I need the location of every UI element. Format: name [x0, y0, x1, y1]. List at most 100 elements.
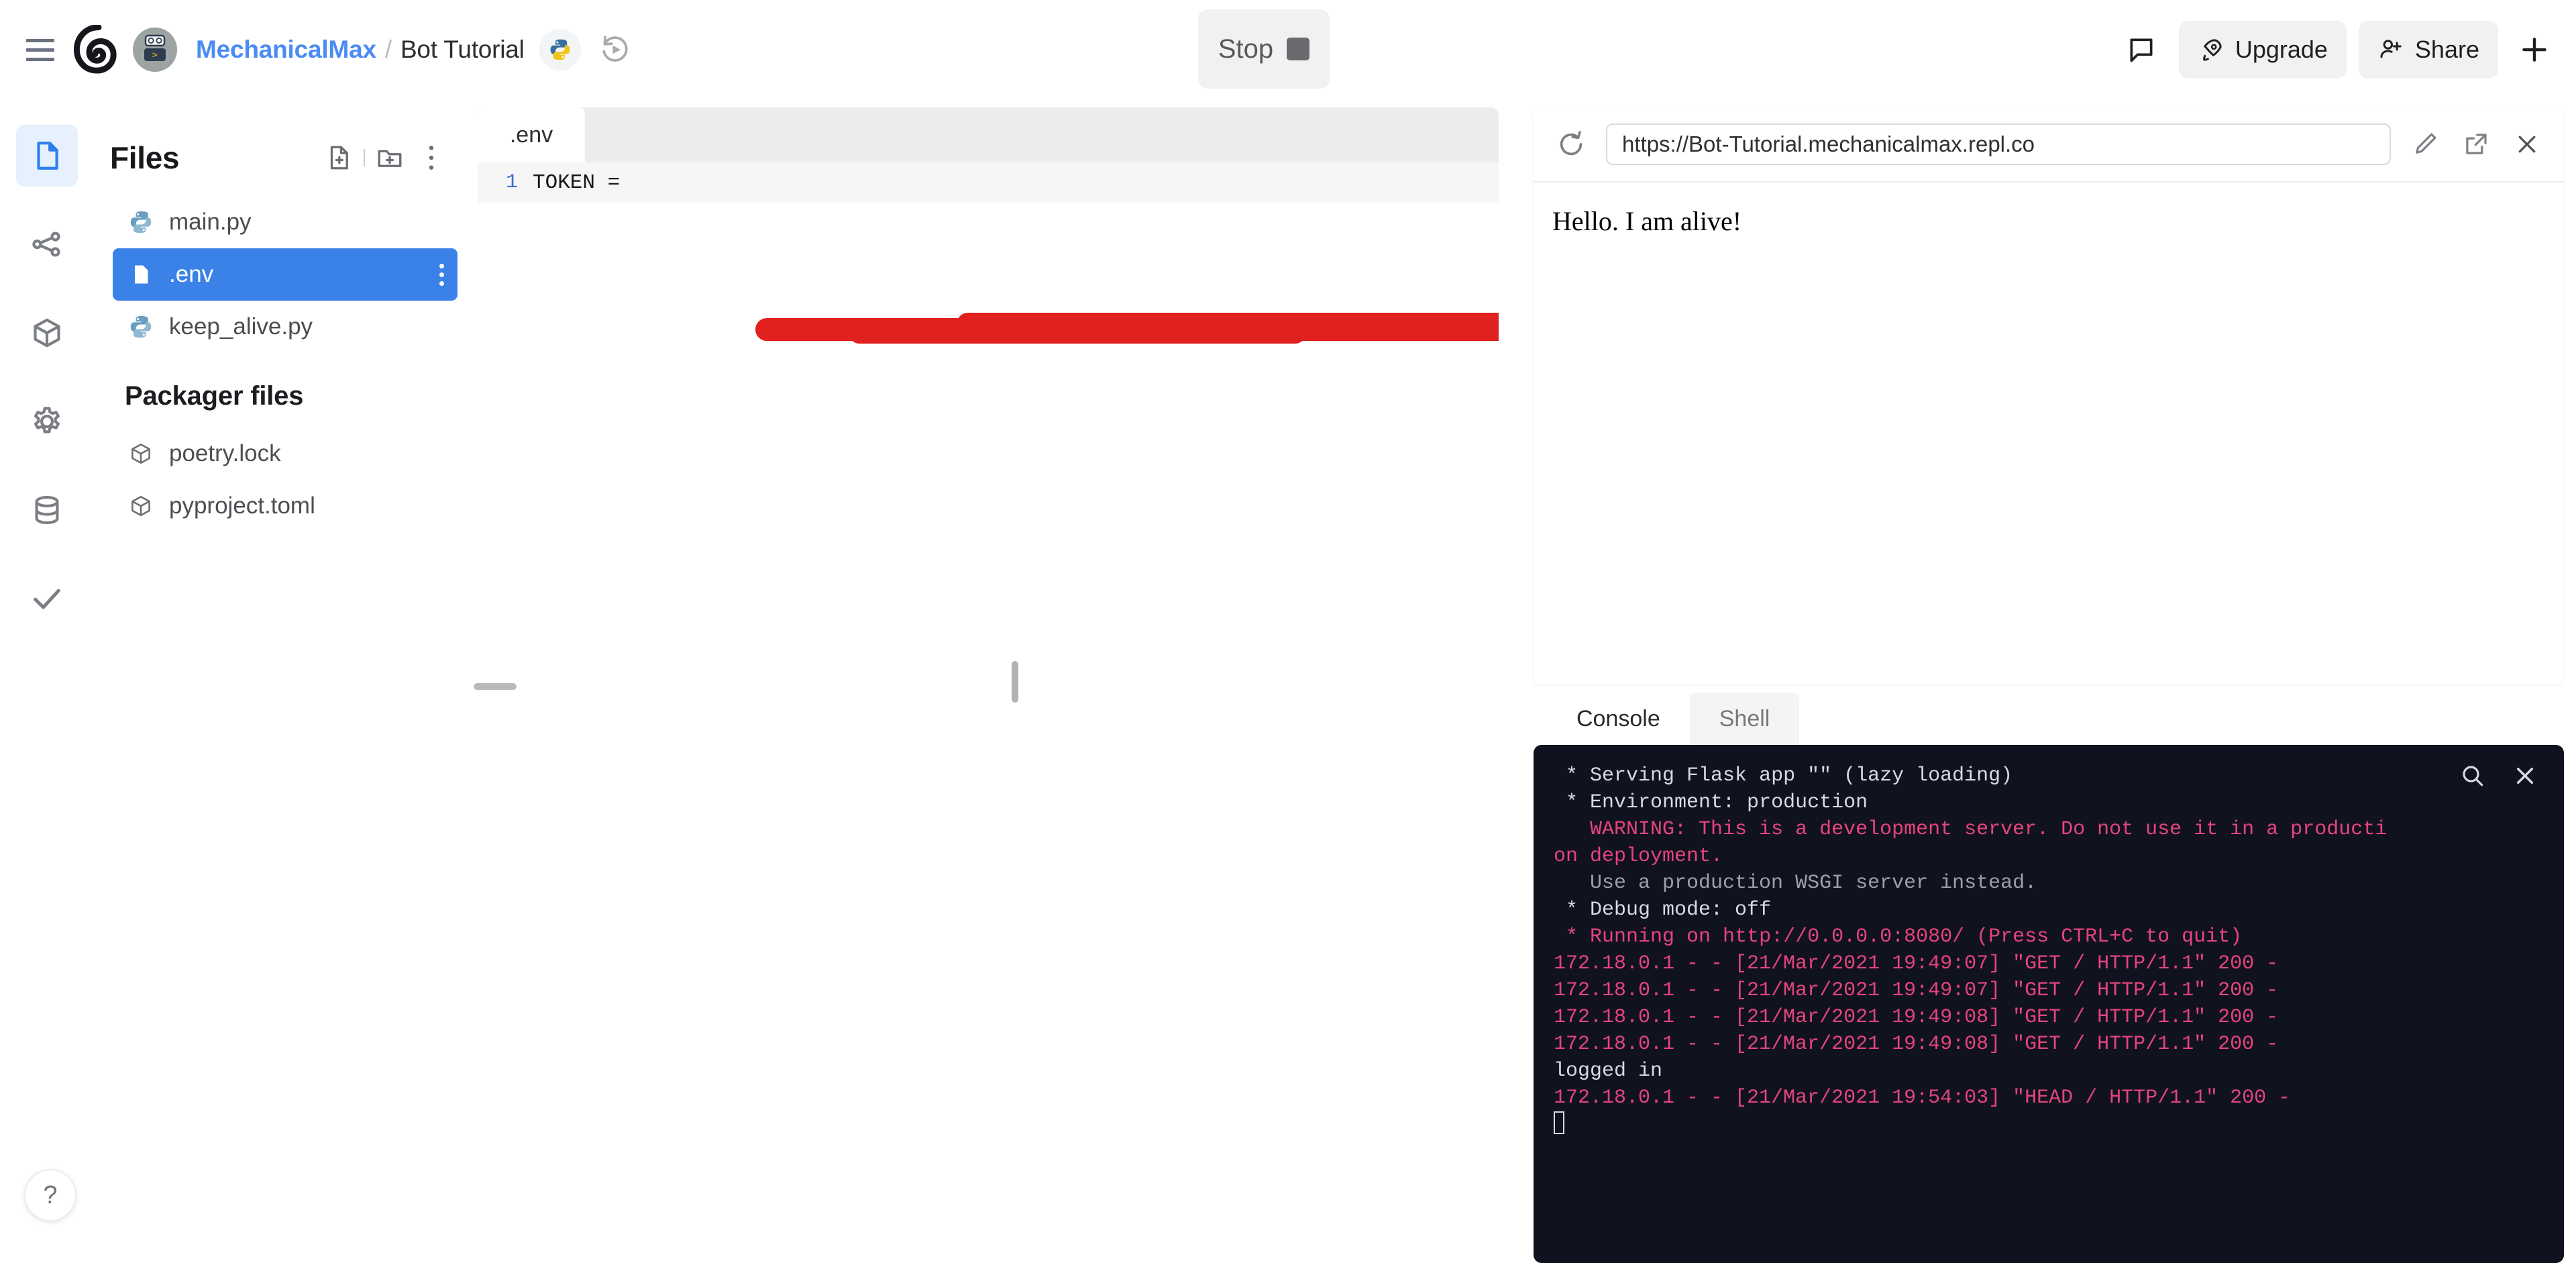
- code-editor[interactable]: 1 TOKEN =: [478, 162, 1499, 1248]
- console-output[interactable]: * Serving Flask app "" (lazy loading) * …: [1534, 745, 2564, 1263]
- preview-url-bar: [1534, 107, 2564, 183]
- package-box-icon: [127, 440, 154, 467]
- reload-icon[interactable]: [1554, 127, 1589, 162]
- stop-square-icon: [1287, 38, 1310, 60]
- close-x-icon[interactable]: [2510, 761, 2540, 791]
- help-button[interactable]: ?: [24, 1169, 76, 1221]
- console-line: * Serving Flask app "" (lazy loading): [1554, 764, 2013, 787]
- console-tab-bar: Console Shell: [1534, 693, 2564, 745]
- console-line: 172.18.0.1 - - [21/Mar/2021 19:49:07] "G…: [1554, 979, 2279, 1002]
- files-panel: Files main.py .env keep_alive.py Package…: [94, 107, 470, 1248]
- console-line: 172.18.0.1 - - [21/Mar/2021 19:49:08] "G…: [1554, 1033, 2279, 1056]
- console-line: * Debug mode: off: [1554, 899, 1772, 921]
- console-line: * Environment: production: [1554, 791, 1868, 814]
- sidebar-item-version-control[interactable]: [16, 213, 78, 275]
- file-name: poetry.lock: [169, 440, 281, 466]
- line-number: 1: [505, 171, 518, 194]
- console-line: 172.18.0.1 - - [21/Mar/2021 19:49:08] "G…: [1554, 1006, 2279, 1029]
- upgrade-button[interactable]: Upgrade: [2178, 21, 2347, 79]
- file-name: pyproject.toml: [169, 493, 315, 519]
- preview-horizontal-resize-handle[interactable]: [474, 683, 517, 690]
- file-row-pyproject-toml[interactable]: pyproject.toml: [113, 480, 458, 532]
- file-row-main-py[interactable]: main.py: [113, 196, 458, 248]
- share-button-label: Share: [2414, 36, 2479, 63]
- preview-body: Hello. I am alive!: [1534, 183, 2564, 683]
- breadcrumb-separator: /: [384, 36, 392, 63]
- files-panel-title: Files: [110, 140, 180, 175]
- kebab-menu-icon[interactable]: [411, 137, 452, 179]
- sidebar-item-packages[interactable]: [16, 302, 78, 364]
- search-icon[interactable]: [2458, 761, 2487, 791]
- tab-shell[interactable]: Shell: [1689, 693, 1800, 745]
- git-branch-icon: [32, 232, 60, 257]
- editor-tab-bar: .env: [478, 107, 1499, 162]
- redaction-mark: [755, 313, 1499, 344]
- plus-icon[interactable]: [2509, 24, 2560, 75]
- file-row-env[interactable]: .env: [113, 248, 458, 301]
- pencil-icon[interactable]: [2408, 128, 2442, 161]
- editor-panel: .env 1 TOKEN =: [478, 107, 1499, 1248]
- history-icon[interactable]: [594, 29, 636, 70]
- stop-button-label: Stop: [1218, 34, 1274, 64]
- files-panel-actions: [318, 137, 452, 179]
- file-row-keep-alive-py[interactable]: keep_alive.py: [113, 301, 458, 353]
- person-add-icon: [2380, 40, 2402, 58]
- tab-console[interactable]: Console: [1547, 693, 1690, 745]
- database-icon: [35, 495, 59, 525]
- preview-url-input[interactable]: [1606, 123, 2391, 165]
- hamburger-icon[interactable]: [19, 28, 62, 71]
- stop-button[interactable]: Stop: [1198, 9, 1330, 89]
- file-name: keep_alive.py: [169, 313, 313, 340]
- editor-vertical-resize-handle[interactable]: [1012, 661, 1018, 703]
- sidebar-item-database[interactable]: [16, 479, 78, 541]
- kebab-menu-icon[interactable]: [439, 263, 444, 286]
- console-cursor: [1554, 1111, 2544, 1139]
- python-icon: [539, 29, 581, 70]
- console-line: logged in: [1554, 1060, 1663, 1082]
- close-x-icon[interactable]: [2510, 128, 2544, 161]
- svg-text:>: >: [152, 50, 158, 60]
- preview-body-text: Hello. I am alive!: [1552, 206, 1742, 236]
- top-bar-center: Stop: [1198, 9, 1330, 89]
- rocket-icon: [2202, 39, 2222, 61]
- checkmark-icon: [34, 589, 60, 609]
- top-bar: > MechanicalMax / Bot Tutorial Stop Upgr…: [0, 0, 2576, 99]
- code-text: TOKEN =: [533, 170, 633, 195]
- editor-tab-env[interactable]: .env: [478, 107, 585, 162]
- breadcrumb-owner[interactable]: MechanicalMax: [196, 36, 376, 63]
- preview-panel: Hello. I am alive!: [1534, 107, 2564, 685]
- console-tools: [2458, 761, 2540, 791]
- bot-avatar[interactable]: >: [133, 28, 177, 72]
- plain-file-icon: [127, 261, 154, 288]
- python-file-icon: [127, 313, 154, 340]
- sidebar-item-files[interactable]: [16, 125, 78, 187]
- packager-files-heading: Packager files: [125, 381, 304, 411]
- console-line: WARNING: This is a development server. D…: [1554, 818, 2387, 868]
- console-line: * Running on http://0.0.0.0:8080/ (Press…: [1554, 925, 2243, 948]
- breadcrumb-repl[interactable]: Bot Tutorial: [400, 36, 525, 63]
- console-panel: Console Shell * Serving Flask app "" (la…: [1534, 693, 2564, 1263]
- external-link-icon[interactable]: [2459, 128, 2493, 161]
- breadcrumb: MechanicalMax / Bot Tutorial: [196, 36, 525, 64]
- sidebar-item-settings[interactable]: [16, 391, 78, 452]
- files-panel-header: Files: [94, 107, 470, 181]
- file-list: main.py .env keep_alive.py Packager file…: [94, 181, 470, 532]
- console-line: 172.18.0.1 - - [21/Mar/2021 19:49:07] "G…: [1554, 952, 2279, 975]
- file-name: .env: [169, 261, 214, 287]
- folder-plus-icon[interactable]: [369, 137, 411, 179]
- chat-bubble-icon[interactable]: [2116, 24, 2167, 75]
- sidebar-item-checks[interactable]: [16, 568, 78, 629]
- top-bar-right: Upgrade Share: [2116, 0, 2560, 99]
- file-row-poetry-lock[interactable]: poetry.lock: [113, 427, 458, 480]
- gear-icon: [34, 407, 60, 434]
- python-file-icon: [127, 209, 154, 236]
- share-button[interactable]: Share: [2358, 21, 2498, 79]
- console-line: 172.18.0.1 - - [21/Mar/2021 19:54:03] "H…: [1554, 1087, 2291, 1109]
- package-box-icon: [127, 493, 154, 519]
- sidebar-icon-rail: [0, 99, 94, 1263]
- code-line-1: 1 TOKEN =: [478, 162, 1499, 203]
- file-name: main.py: [169, 209, 252, 235]
- file-plus-icon[interactable]: [318, 137, 360, 179]
- toolbar-divider: [364, 149, 365, 166]
- top-bar-left: > MechanicalMax / Bot Tutorial: [0, 25, 636, 74]
